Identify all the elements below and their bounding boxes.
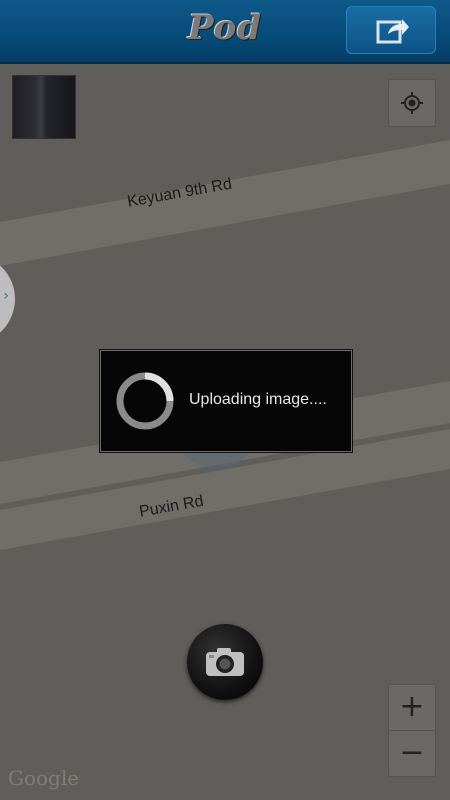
image-thumbnail[interactable] (12, 75, 76, 139)
spinner-icon (116, 372, 174, 430)
app-header: Pod (0, 0, 450, 64)
camera-icon (206, 648, 244, 676)
upload-progress-dialog: Uploading image.... (100, 350, 352, 452)
share-icon (376, 19, 409, 44)
zoom-out-button[interactable]: − (388, 730, 436, 777)
chevron-right-icon: › (3, 288, 9, 304)
my-location-button[interactable] (388, 79, 436, 127)
map-view[interactable]: Keyuan 9th Rd Puxin Rd › + − Google Uplo (0, 64, 450, 800)
locate-icon (401, 92, 423, 114)
share-button[interactable] (346, 6, 436, 54)
dialog-message: Uploading image.... (189, 391, 327, 408)
google-attribution: Google (8, 766, 80, 790)
zoom-in-button[interactable]: + (388, 684, 436, 731)
camera-button[interactable] (187, 624, 263, 700)
